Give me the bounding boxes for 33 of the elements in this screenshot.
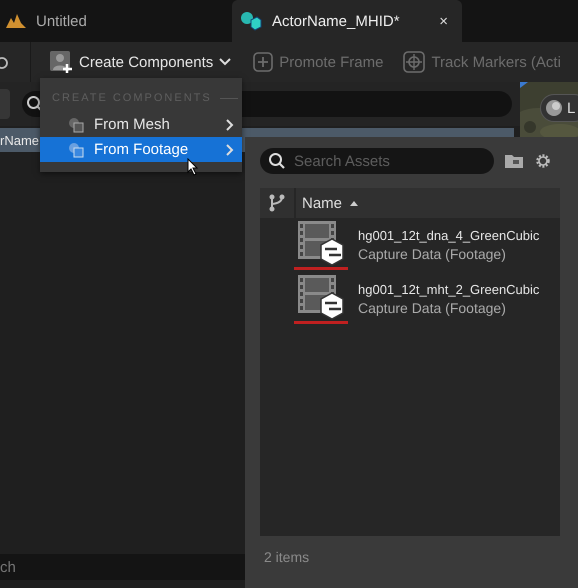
document-tab[interactable]: ActorName_MHID* × — [232, 0, 462, 42]
chevron-right-icon — [226, 144, 234, 156]
asset-type: Capture Data (Footage) — [358, 246, 507, 262]
cubes-icon — [240, 11, 262, 31]
footage-asset-icon — [294, 219, 350, 271]
person-add-icon — [49, 50, 73, 74]
footage-asset-icon — [294, 273, 350, 325]
chevron-right-icon — [226, 118, 234, 130]
document-tab[interactable]: Untitled — [0, 0, 232, 42]
sphere-icon — [545, 99, 563, 117]
mountain-icon — [6, 14, 26, 28]
menu-item[interactable]: From Footage — [40, 137, 242, 162]
component-icon — [68, 116, 84, 132]
asset-name[interactable]: hg001_12t_dna_4_GreenCubic — [358, 228, 540, 243]
mouse-cursor-icon — [187, 158, 199, 176]
view-mode-button[interactable]: L — [540, 94, 578, 122]
item-count: 2 items — [263, 548, 310, 565]
column-header[interactable]: Name — [296, 194, 364, 212]
crosshair-icon — [403, 51, 426, 73]
chevron-down-icon — [219, 58, 232, 66]
menu-item[interactable]: From Mesh — [40, 112, 242, 137]
plus-icon — [253, 52, 274, 72]
settings-icon[interactable] — [534, 152, 552, 170]
toolbar-icon[interactable] — [0, 54, 10, 70]
branch-icon[interactable] — [269, 194, 285, 212]
close-icon[interactable]: × — [439, 12, 448, 30]
sort-ascending-icon — [350, 200, 358, 206]
search-icon — [268, 152, 286, 170]
asset-type: Capture Data (Footage) — [358, 300, 507, 316]
folder-icon[interactable] — [504, 153, 524, 169]
component-icon — [68, 142, 84, 158]
search-field[interactable]: Search Assets — [260, 148, 494, 174]
asset-name[interactable]: hg001_12t_mht_2_GreenCubic — [358, 282, 540, 297]
